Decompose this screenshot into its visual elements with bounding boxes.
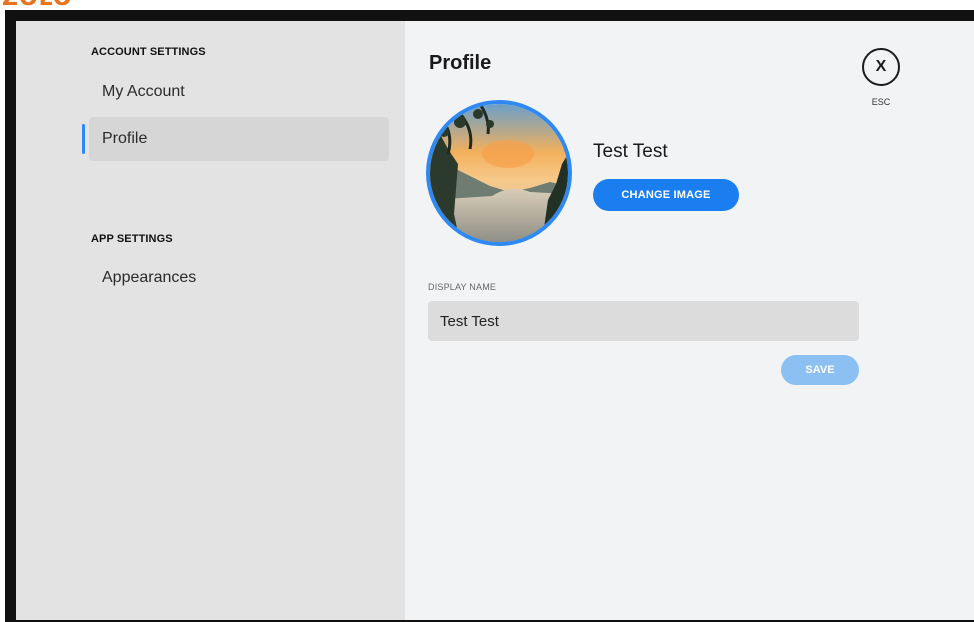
sidebar-item-my-account[interactable]: My Account [89, 70, 389, 114]
display-name-label: DISPLAY NAME [428, 282, 497, 292]
landscape-avatar-image [430, 104, 568, 242]
sidebar-item-label: Appearances [102, 269, 197, 286]
avatar[interactable] [426, 100, 572, 246]
sidebar-item-label: Profile [102, 130, 148, 147]
app-settings-header: APP SETTINGS [91, 233, 173, 245]
close-button[interactable]: X [862, 48, 900, 86]
save-button[interactable]: SAVE [781, 355, 859, 385]
profile-display-name: Test Test [593, 141, 668, 162]
sidebar-item-appearances[interactable]: Appearances [89, 256, 389, 300]
esc-hint: ESC [871, 97, 891, 107]
account-settings-header: ACCOUNT SETTINGS [91, 46, 206, 58]
close-icon: X [875, 58, 887, 75]
page-title: Profile [429, 52, 492, 74]
display-name-field[interactable] [428, 301, 859, 341]
app-logo: ZOLO [0, 0, 120, 10]
app-logo-text: ZOLO [2, 0, 73, 10]
sidebar-item-label: My Account [102, 83, 185, 100]
change-image-button[interactable]: CHANGE IMAGE [593, 179, 739, 211]
selected-indicator [82, 124, 85, 154]
sidebar-item-profile[interactable]: Profile [89, 117, 389, 161]
